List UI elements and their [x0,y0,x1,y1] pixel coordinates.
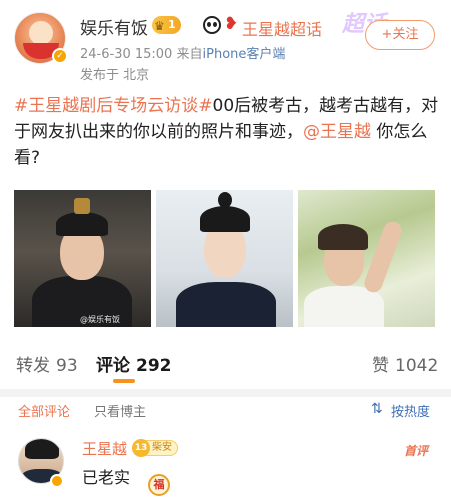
author-avatar[interactable]: ✓ [14,12,68,64]
repost-label: 转发 [16,356,50,376]
section-divider [0,389,451,397]
like-label: 赞 [372,356,389,376]
post-photo[interactable]: @娱乐有饭 [14,190,151,327]
source-prefix: 来自 [176,47,203,62]
vip-badge[interactable]: ♛ 1 [152,16,181,34]
sort-icon[interactable]: ⇅ [371,401,383,417]
ip-location: 发布于 北京 [80,68,150,83]
comment-text: 已老实 [82,468,131,487]
comment-tab[interactable]: 评论 292 [96,351,172,376]
mention-link[interactable]: @王星越 [303,122,371,142]
hashtag-link[interactable]: #王星越剧后专场云访谈# [14,96,213,116]
like-button[interactable]: 赞 1042 [372,351,438,376]
dragon-icon: ❥ [224,14,239,34]
author-name[interactable]: 娱乐有饭 [80,14,148,39]
verified-badge-icon: ✓ [52,48,68,64]
commenter-name[interactable]: 王星越 [82,438,127,459]
post-body: #王星越剧后专场云访谈#00后被考古，越考古越有，对于网友扒出来的你以前的照片和… [14,93,439,171]
photo-watermark: @娱乐有饭 [80,315,120,324]
repost-count: 93 [56,356,78,376]
filter-all-comments[interactable]: 全部评论 [18,401,70,420]
comment-count: 292 [136,356,172,376]
comment-filter-bar: 全部评论 只看博主 ⇅ 按热度 [0,397,451,421]
active-tab-indicator [113,379,135,383]
vip-level: 1 [168,18,176,31]
post-photo[interactable] [156,190,293,327]
action-bar: 转发 93 评论 292 赞 1042 [0,341,451,391]
follow-button[interactable]: +关注 [365,20,435,50]
post-date: 24-6-30 15:00 [80,47,173,62]
panda-icon [203,16,221,34]
super-topic-link[interactable]: 王星越超话 [242,16,322,40]
fan-badge[interactable]: 13 柴安 [132,439,178,457]
comment-label: 评论 [96,356,130,376]
crown-icon: ♛ [154,19,165,33]
like-count: 1042 [395,356,439,376]
source-client[interactable]: iPhone客户端 [203,47,286,62]
filter-only-author[interactable]: 只看博主 [94,401,146,420]
comment-item: 王星越 13 柴安 已老实 福 首评 [0,430,451,500]
fu-sticker-icon: 福 [148,474,170,496]
fan-badge-level: 13 [132,439,150,457]
post-meta: 24-6-30 15:00 来自iPhone客户端 [80,43,285,62]
sort-by-hot[interactable]: 按热度 [391,401,430,420]
first-comment-badge: 首评 [404,444,429,458]
post-header: ✓ 娱乐有饭 ♛ 1 ❥ 王星越超话 超话 +关注 24-6-30 15:00 … [0,0,451,88]
fan-badge-text: 柴安 [152,442,172,453]
post-photo[interactable] [298,190,435,327]
photo-grid: @娱乐有饭 [14,190,436,327]
verified-badge-icon [50,474,64,488]
repost-button[interactable]: 转发 93 [16,351,78,376]
